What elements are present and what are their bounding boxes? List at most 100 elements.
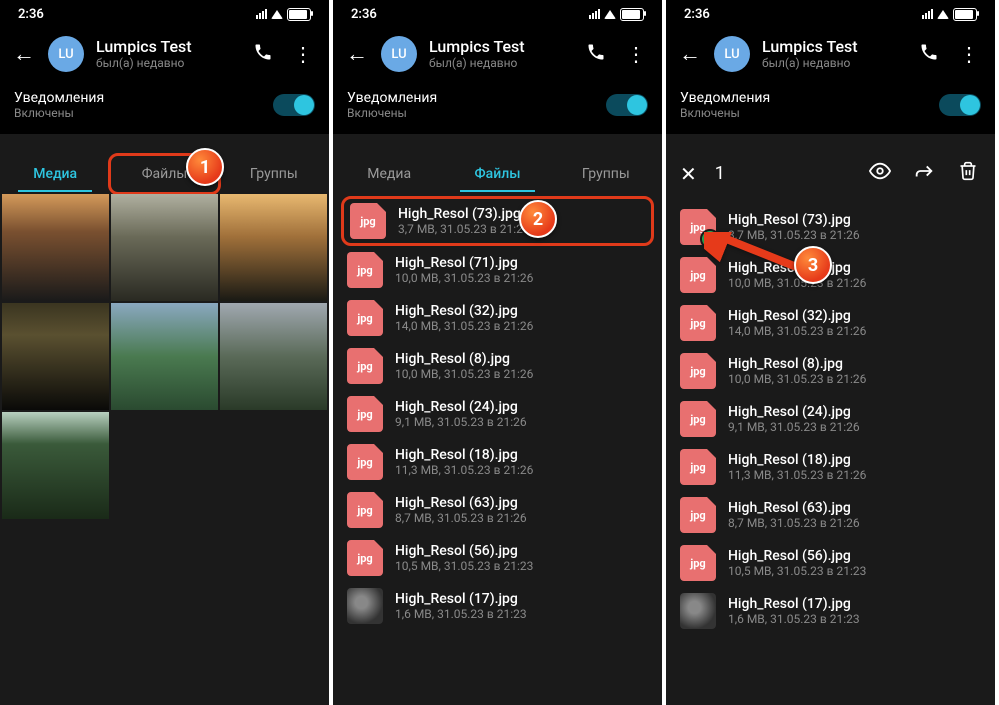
file-row[interactable]: High_Resol (17).jpg1,6 MB, 31.05.23 в 21…	[666, 587, 995, 635]
file-name: High_Resol (24).jpg	[728, 404, 860, 421]
file-list: jpgHigh_Resol (73).jpg3,7 MB, 31.05.23 в…	[333, 192, 662, 634]
tab-media[interactable]: Медиа	[335, 156, 443, 192]
file-text: High_Resol (8).jpg10,0 MB, 31.05.23 в 21…	[395, 351, 533, 382]
file-name: High_Resol (63).jpg	[395, 495, 527, 512]
media-thumb[interactable]	[2, 412, 109, 519]
file-meta: 10,5 MB, 31.05.23 в 21:23	[728, 564, 866, 578]
file-row[interactable]: jpgHigh_Resol (32).jpg14,0 MB, 31.05.23 …	[666, 299, 995, 347]
profile-info: Lumpics Test был(а) недавно	[96, 38, 192, 70]
more-icon[interactable]: ⋮	[955, 42, 983, 66]
file-row[interactable]: jpgHigh_Resol (63).jpg8,7 MB, 31.05.23 в…	[666, 491, 995, 539]
file-meta: 8,7 MB, 31.05.23 в 21:26	[395, 511, 527, 525]
file-meta: 8,7 MB, 31.05.23 в 21:26	[728, 516, 860, 530]
profile-header[interactable]: ← LU Lumpics Test был(а) недавно ⋮	[0, 28, 329, 80]
tab-media[interactable]: Медиа	[2, 156, 108, 192]
file-row[interactable]: jpgHigh_Resol (32).jpg14,0 MB, 31.05.23 …	[333, 294, 662, 342]
notifications-row[interactable]: Уведомления Включены	[666, 80, 995, 134]
file-meta: 10,0 MB, 31.05.23 в 21:26	[728, 372, 866, 386]
wifi-icon	[604, 10, 616, 19]
file-row[interactable]: jpg High_Resol (8).jpg10,0 MB, 31.05.23 в…	[333, 342, 662, 390]
file-row[interactable]: jpgHigh_Resol (18).jpg11,3 MB, 31.05.23 …	[333, 438, 662, 486]
file-row[interactable]: jpgHigh_Resol (63).jpg8,7 MB, 31.05.23 в…	[333, 486, 662, 534]
file-text: High_Resol (71).jpg10,0 MB, 31.05.23 в 2…	[395, 255, 533, 286]
status-icons	[589, 8, 644, 21]
file-jpg-icon: jpg	[347, 444, 383, 480]
notifications-label: Уведомления	[347, 90, 437, 106]
forward-icon[interactable]	[911, 160, 937, 187]
file-row[interactable]: jpgHigh_Resol (24).jpg9,1 MB, 31.05.23 в…	[666, 395, 995, 443]
phone-icon[interactable]	[915, 42, 943, 67]
file-row[interactable]: jpgHigh_Resol (56).jpg10,5 MB, 31.05.23 …	[666, 539, 995, 587]
profile-header[interactable]: ← LU Lumpics Test был(а) недавно ⋮	[333, 28, 662, 80]
notifications-label: Уведомления	[14, 90, 104, 106]
file-meta: 10,0 MB, 31.05.23 в 21:26	[395, 271, 533, 285]
media-thumb[interactable]	[220, 303, 327, 410]
tab-groups[interactable]: Группы	[552, 156, 660, 192]
profile-header[interactable]: ← LU Lumpics Test был(а) недавно ⋮	[666, 28, 995, 80]
file-meta: 1,6 MB, 31.05.23 в 21:23	[728, 612, 860, 626]
back-arrow-icon[interactable]: ←	[345, 41, 369, 67]
file-name: High_Resol (18).jpg	[728, 452, 866, 469]
view-icon[interactable]	[867, 160, 893, 187]
file-jpg-icon: jpg	[347, 252, 383, 288]
file-jpg-icon: jpg	[347, 348, 383, 384]
back-arrow-icon[interactable]: ←	[678, 41, 702, 67]
trash-icon[interactable]	[955, 161, 981, 186]
phone-icon[interactable]	[249, 42, 277, 67]
signal-icon	[589, 9, 600, 19]
file-text: High_Resol (8).jpg10,0 MB, 31.05.23 в 21…	[728, 356, 866, 387]
file-jpg-icon: jpg	[347, 300, 383, 336]
media-thumb[interactable]	[2, 194, 109, 301]
panel-files: 2:36 ← LU Lumpics Test был(а) недавно ⋮ …	[333, 0, 666, 705]
annotation-arrow	[704, 232, 804, 296]
close-selection-icon[interactable]: ✕	[680, 162, 697, 186]
file-jpg-icon: jpg	[680, 305, 716, 341]
notifications-toggle[interactable]	[939, 94, 981, 116]
more-icon[interactable]: ⋮	[622, 42, 650, 66]
file-text: High_Resol (63).jpg8,7 MB, 31.05.23 в 21…	[395, 495, 527, 526]
tab-files[interactable]: Файлы	[443, 156, 551, 192]
file-jpg-icon: jpg	[680, 353, 716, 389]
file-jpg-icon: jpg	[347, 540, 383, 576]
notifications-text: Уведомления Включены	[347, 90, 437, 120]
notifications-row[interactable]: Уведомления Включены	[333, 80, 662, 134]
file-row[interactable]: jpgHigh_Resol (24).jpg9,1 MB, 31.05.23 в…	[333, 390, 662, 438]
status-icons	[256, 8, 311, 21]
file-text: High_Resol (17).jpg1,6 MB, 31.05.23 в 21…	[395, 591, 527, 622]
profile-info: Lumpics Test был(а) недавно	[762, 38, 858, 70]
file-row[interactable]: High_Resol (17).jpg1,6 MB, 31.05.23 в 21…	[333, 582, 662, 630]
status-bar: 2:36	[0, 0, 329, 28]
tab-groups[interactable]: Группы	[221, 156, 327, 192]
media-thumb[interactable]	[111, 303, 218, 410]
avatar[interactable]: LU	[714, 36, 750, 72]
file-name: High_Resol (17).jpg	[395, 591, 527, 608]
notifications-toggle[interactable]	[273, 94, 315, 116]
avatar[interactable]: LU	[48, 36, 84, 72]
profile-info: Lumpics Test был(а) недавно	[429, 38, 525, 70]
file-name: High_Resol (56).jpg	[728, 548, 866, 565]
notifications-toggle[interactable]	[606, 94, 648, 116]
phone-icon[interactable]	[582, 42, 610, 67]
file-row[interactable]: jpgHigh_Resol (56).jpg10,5 MB, 31.05.23 …	[333, 534, 662, 582]
battery-icon	[287, 8, 311, 21]
notifications-row[interactable]: Уведомления Включены	[0, 80, 329, 134]
file-jpg-icon: jpg	[680, 497, 716, 533]
avatar[interactable]: LU	[381, 36, 417, 72]
file-text: High_Resol (56).jpg10,5 MB, 31.05.23 в 2…	[728, 548, 866, 579]
annotation-badge-2: 2	[519, 200, 557, 238]
media-thumb[interactable]	[2, 303, 109, 410]
notifications-label: Уведомления	[680, 90, 770, 106]
file-meta: 9,1 MB, 31.05.23 в 21:26	[395, 415, 527, 429]
file-row[interactable]: jpgHigh_Resol (18).jpg11,3 MB, 31.05.23 …	[666, 443, 995, 491]
back-arrow-icon[interactable]: ←	[12, 41, 36, 67]
file-row[interactable]: jpgHigh_Resol (73).jpg3,7 MB, 31.05.23 в…	[341, 196, 654, 246]
file-jpg-icon: jpg	[350, 203, 386, 239]
media-thumb[interactable]	[220, 194, 327, 301]
file-row[interactable]: jpg High_Resol (71).jpg10,0 MB, 31.05.23 …	[333, 246, 662, 294]
more-icon[interactable]: ⋮	[289, 42, 317, 66]
file-row[interactable]: jpg High_Resol (8).jpg10,0 MB, 31.05.23 в…	[666, 347, 995, 395]
media-thumb[interactable]	[111, 194, 218, 301]
panel-media: 2:36 ← LU Lumpics Test был(а) недавно ⋮ …	[0, 0, 333, 705]
profile-status: был(а) недавно	[96, 56, 192, 70]
status-time: 2:36	[684, 7, 710, 22]
